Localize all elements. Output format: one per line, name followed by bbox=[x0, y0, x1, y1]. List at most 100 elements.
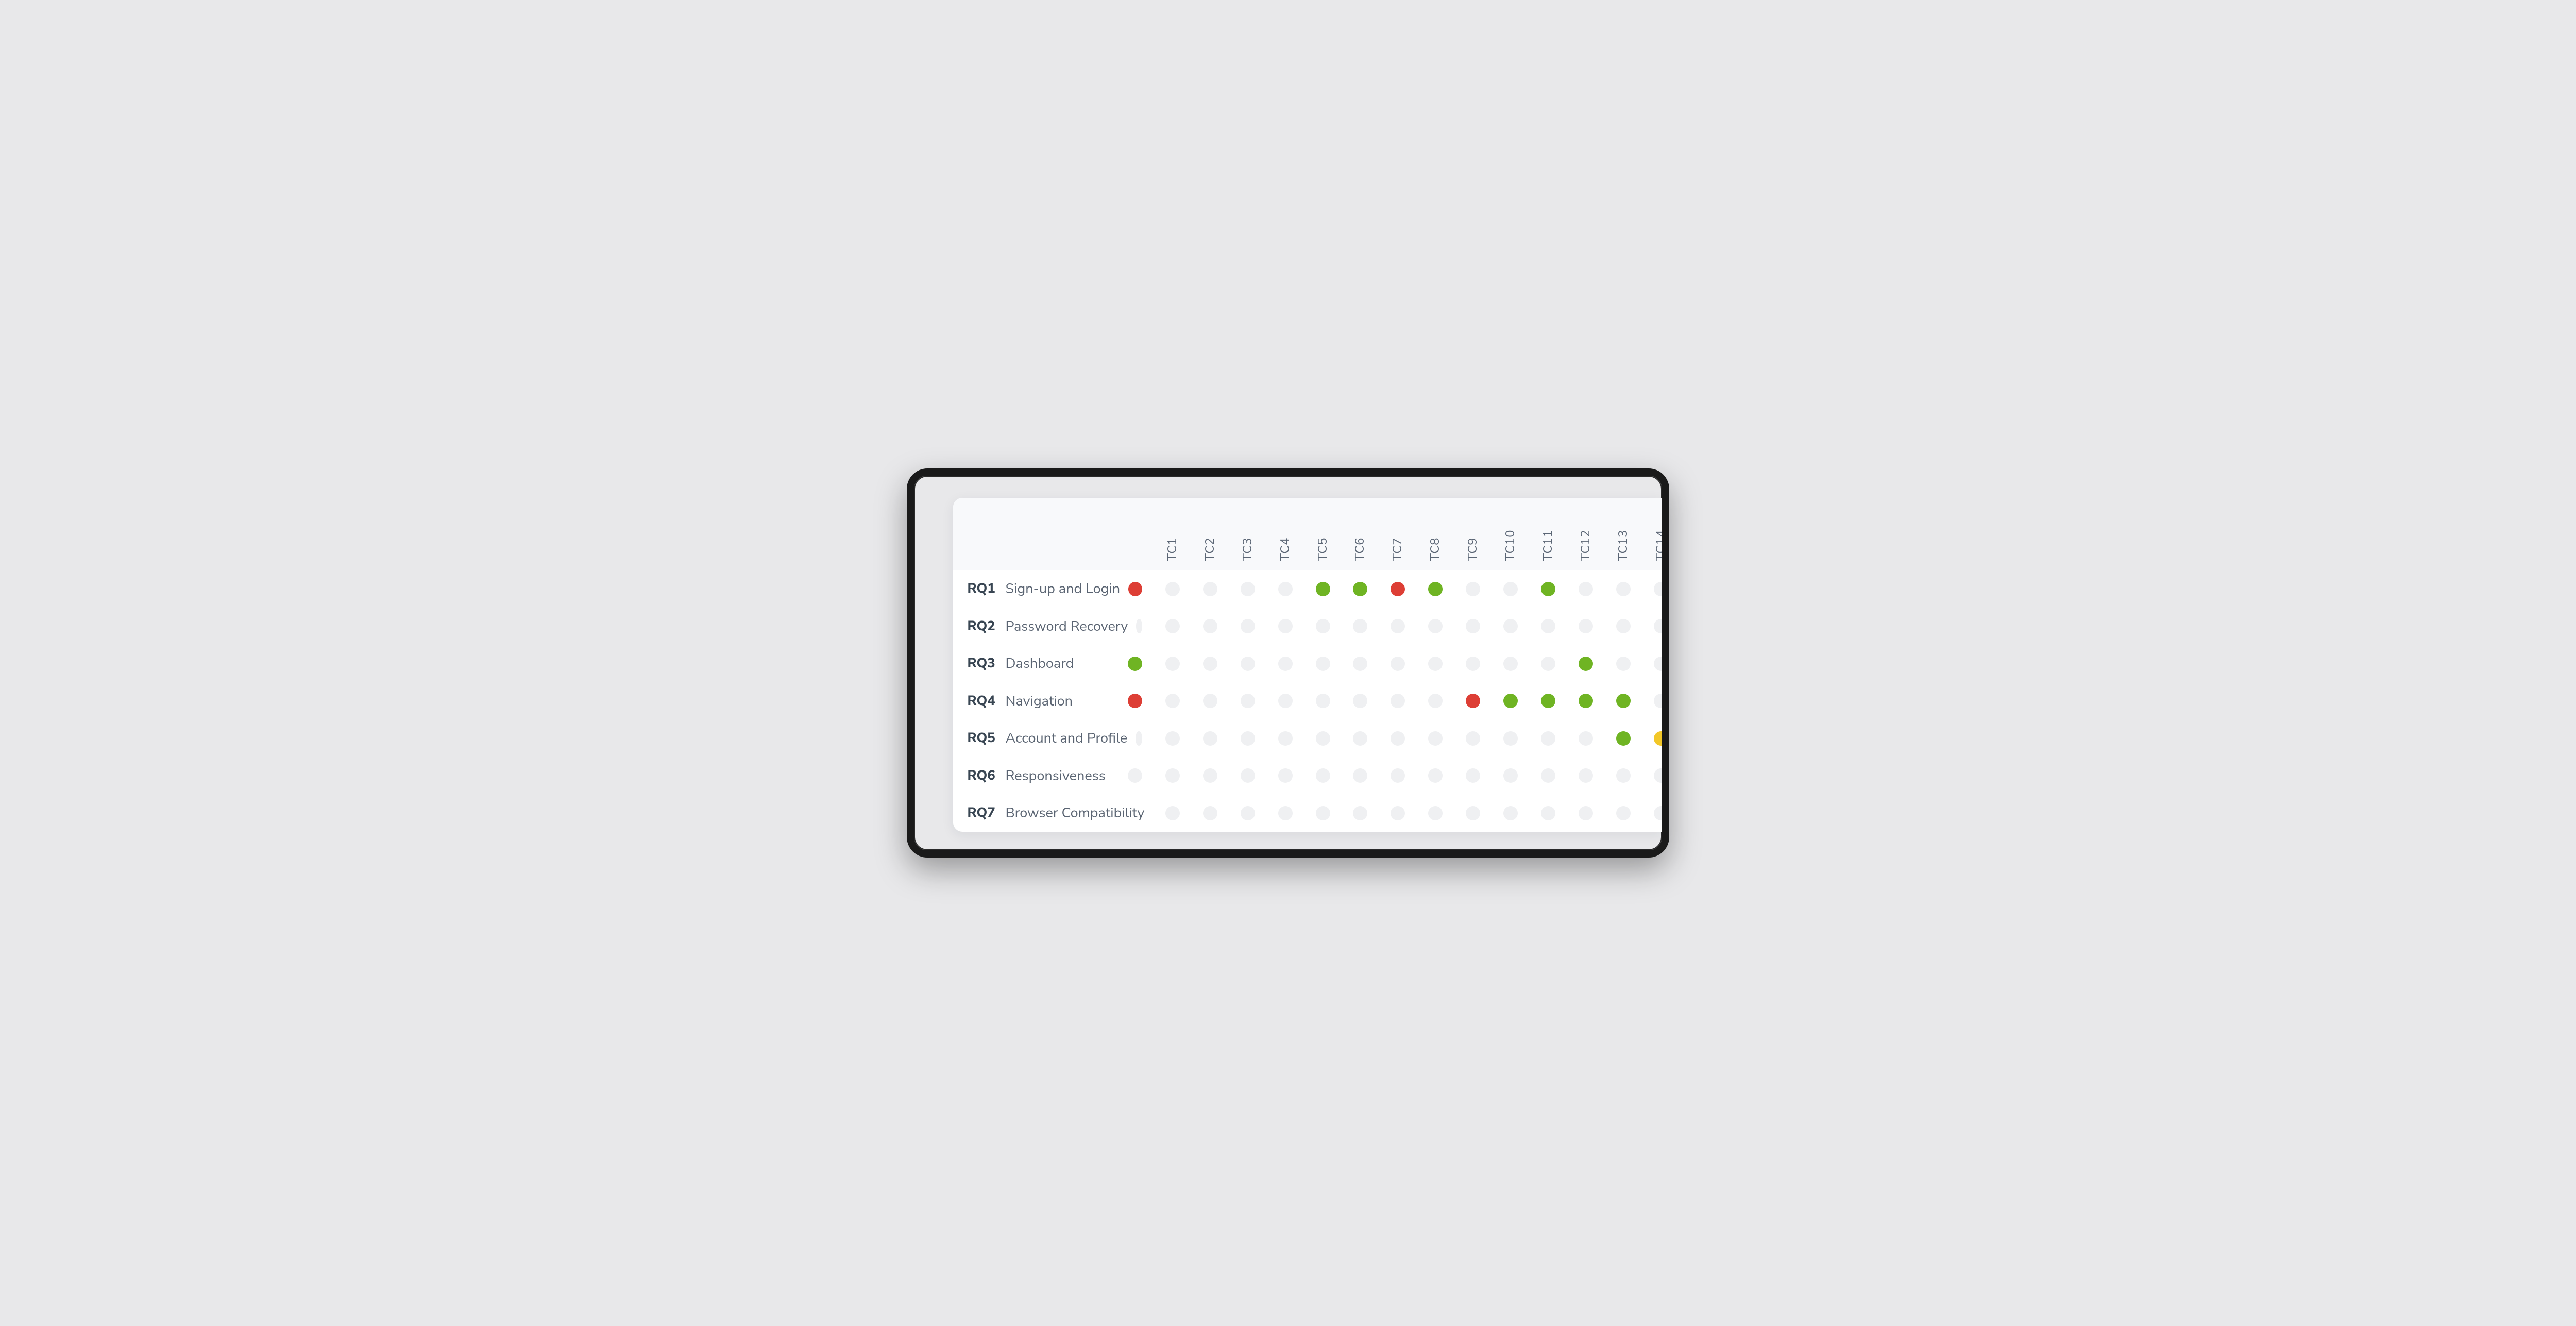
matrix-cell[interactable] bbox=[1604, 794, 1642, 832]
column-header[interactable]: TC4 bbox=[1266, 498, 1304, 570]
column-header[interactable]: TC1 bbox=[1154, 498, 1192, 570]
matrix-cell[interactable] bbox=[1529, 645, 1567, 682]
matrix-cell[interactable] bbox=[1191, 682, 1229, 720]
column-header[interactable]: TC9 bbox=[1454, 498, 1492, 570]
matrix-cell[interactable] bbox=[1642, 757, 1662, 795]
row-label[interactable]: RQ6Responsiveness bbox=[953, 757, 1154, 795]
matrix-cell[interactable] bbox=[1492, 719, 1530, 757]
matrix-cell[interactable] bbox=[1229, 608, 1266, 645]
matrix-cell[interactable] bbox=[1191, 794, 1229, 832]
matrix-cell[interactable] bbox=[1492, 757, 1530, 795]
matrix-cell[interactable] bbox=[1342, 794, 1379, 832]
matrix-cell[interactable] bbox=[1642, 570, 1662, 608]
matrix-cell[interactable] bbox=[1379, 608, 1417, 645]
matrix-cell[interactable] bbox=[1191, 757, 1229, 795]
matrix-cell[interactable] bbox=[1266, 719, 1304, 757]
matrix-cell[interactable] bbox=[1154, 682, 1192, 720]
matrix-cell[interactable] bbox=[1529, 570, 1567, 608]
matrix-cell[interactable] bbox=[1642, 719, 1662, 757]
column-header[interactable]: TC6 bbox=[1342, 498, 1379, 570]
matrix-cell[interactable] bbox=[1417, 719, 1454, 757]
row-label[interactable]: RQ5Account and Profile bbox=[953, 719, 1154, 757]
matrix-cell[interactable] bbox=[1492, 645, 1530, 682]
matrix-cell[interactable] bbox=[1567, 645, 1604, 682]
matrix-cell[interactable] bbox=[1454, 794, 1492, 832]
matrix-cell[interactable] bbox=[1229, 757, 1266, 795]
matrix-cell[interactable] bbox=[1304, 794, 1342, 832]
matrix-cell[interactable] bbox=[1642, 794, 1662, 832]
matrix-cell[interactable] bbox=[1304, 757, 1342, 795]
matrix-cell[interactable] bbox=[1304, 645, 1342, 682]
matrix-cell[interactable] bbox=[1492, 682, 1530, 720]
column-header[interactable]: TC14 bbox=[1642, 498, 1662, 570]
matrix-cell[interactable] bbox=[1379, 682, 1417, 720]
column-header[interactable]: TC7 bbox=[1379, 498, 1417, 570]
matrix-cell[interactable] bbox=[1454, 682, 1492, 720]
matrix-cell[interactable] bbox=[1304, 608, 1342, 645]
column-header[interactable]: TC5 bbox=[1304, 498, 1342, 570]
matrix-cell[interactable] bbox=[1379, 719, 1417, 757]
matrix-cell[interactable] bbox=[1492, 570, 1530, 608]
matrix-cell[interactable] bbox=[1642, 682, 1662, 720]
matrix-cell[interactable] bbox=[1229, 645, 1266, 682]
matrix-cell[interactable] bbox=[1567, 719, 1604, 757]
matrix-cell[interactable] bbox=[1604, 570, 1642, 608]
matrix-cell[interactable] bbox=[1342, 682, 1379, 720]
matrix-cell[interactable] bbox=[1492, 608, 1530, 645]
row-label[interactable]: RQ2Password Recovery bbox=[953, 608, 1154, 645]
matrix-cell[interactable] bbox=[1266, 645, 1304, 682]
matrix-cell[interactable] bbox=[1379, 570, 1417, 608]
column-header[interactable]: TC2 bbox=[1191, 498, 1229, 570]
matrix-cell[interactable] bbox=[1342, 645, 1379, 682]
matrix-cell[interactable] bbox=[1604, 645, 1642, 682]
column-header[interactable]: TC12 bbox=[1567, 498, 1604, 570]
matrix-cell[interactable] bbox=[1567, 757, 1604, 795]
matrix-cell[interactable] bbox=[1417, 682, 1454, 720]
matrix-cell[interactable] bbox=[1342, 608, 1379, 645]
matrix-cell[interactable] bbox=[1529, 608, 1567, 645]
matrix-cell[interactable] bbox=[1379, 757, 1417, 795]
matrix-cell[interactable] bbox=[1154, 757, 1192, 795]
matrix-cell[interactable] bbox=[1417, 608, 1454, 645]
row-label[interactable]: RQ7Browser Compatibility bbox=[953, 794, 1154, 832]
matrix-cell[interactable] bbox=[1154, 719, 1192, 757]
matrix-cell[interactable] bbox=[1342, 757, 1379, 795]
matrix-cell[interactable] bbox=[1191, 570, 1229, 608]
matrix-cell[interactable] bbox=[1492, 794, 1530, 832]
column-header[interactable]: TC13 bbox=[1604, 498, 1642, 570]
matrix-cell[interactable] bbox=[1454, 757, 1492, 795]
matrix-cell[interactable] bbox=[1604, 682, 1642, 720]
row-label[interactable]: RQ4Navigation bbox=[953, 682, 1154, 720]
matrix-cell[interactable] bbox=[1642, 608, 1662, 645]
matrix-cell[interactable] bbox=[1266, 794, 1304, 832]
matrix-cell[interactable] bbox=[1229, 682, 1266, 720]
matrix-cell[interactable] bbox=[1379, 645, 1417, 682]
matrix-cell[interactable] bbox=[1567, 682, 1604, 720]
matrix-cell[interactable] bbox=[1154, 645, 1192, 682]
matrix-cell[interactable] bbox=[1266, 757, 1304, 795]
matrix-cell[interactable] bbox=[1417, 757, 1454, 795]
row-label[interactable]: RQ3Dashboard bbox=[953, 645, 1154, 682]
matrix-cell[interactable] bbox=[1191, 719, 1229, 757]
matrix-cell[interactable] bbox=[1379, 794, 1417, 832]
matrix-cell[interactable] bbox=[1529, 682, 1567, 720]
row-label[interactable]: RQ1Sign-up and Login bbox=[953, 570, 1154, 608]
matrix-cell[interactable] bbox=[1417, 794, 1454, 832]
matrix-cell[interactable] bbox=[1304, 682, 1342, 720]
column-header[interactable]: TC11 bbox=[1529, 498, 1567, 570]
matrix-cell[interactable] bbox=[1529, 757, 1567, 795]
matrix-cell[interactable] bbox=[1229, 794, 1266, 832]
column-header[interactable]: TC10 bbox=[1492, 498, 1530, 570]
matrix-cell[interactable] bbox=[1342, 719, 1379, 757]
matrix-cell[interactable] bbox=[1567, 608, 1604, 645]
matrix-cell[interactable] bbox=[1454, 570, 1492, 608]
matrix-cell[interactable] bbox=[1417, 570, 1454, 608]
column-header[interactable]: TC8 bbox=[1417, 498, 1454, 570]
matrix-cell[interactable] bbox=[1604, 608, 1642, 645]
column-header[interactable]: TC3 bbox=[1229, 498, 1266, 570]
matrix-cell[interactable] bbox=[1454, 645, 1492, 682]
matrix-cell[interactable] bbox=[1154, 570, 1192, 608]
matrix-cell[interactable] bbox=[1529, 794, 1567, 832]
matrix-cell[interactable] bbox=[1417, 645, 1454, 682]
matrix-cell[interactable] bbox=[1154, 608, 1192, 645]
